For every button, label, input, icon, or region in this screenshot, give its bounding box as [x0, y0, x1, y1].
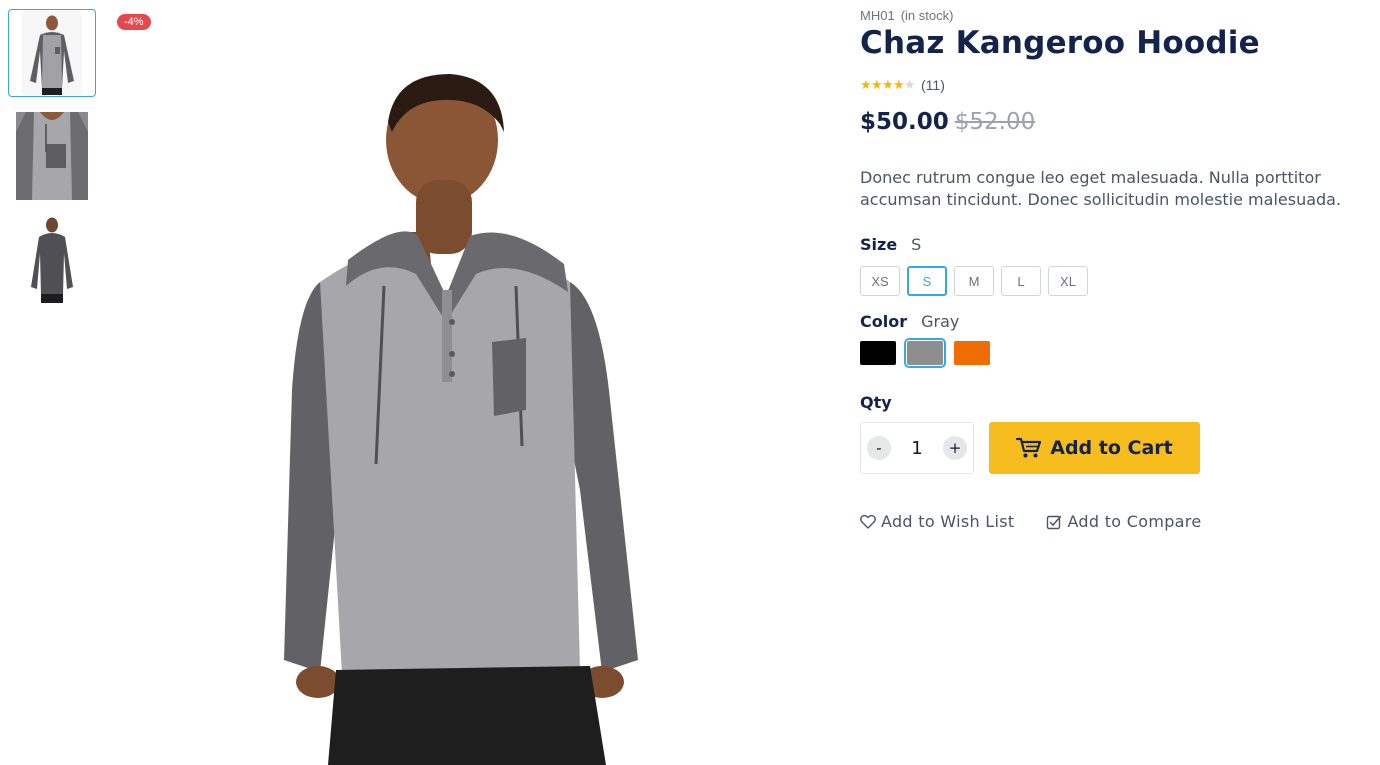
thumbnail-front[interactable]	[8, 9, 96, 97]
price-row: $50.00 $52.00	[860, 109, 1375, 135]
quantity-stepper: - 1 +	[860, 422, 974, 474]
star-icon: ★	[860, 77, 872, 93]
heart-icon	[860, 514, 876, 529]
qty-input[interactable]: 1	[911, 438, 922, 459]
current-price: $50.00	[860, 109, 949, 135]
thumbnail-closeup[interactable]	[8, 112, 96, 200]
sku-line: MH01 (in stock)	[860, 8, 1375, 23]
size-option-l[interactable]: L	[1001, 266, 1041, 296]
size-selected-value: S	[911, 235, 922, 254]
size-option-xs[interactable]: XS	[860, 266, 900, 296]
product-description: Donec rutrum congue leo eget malesuada. …	[860, 168, 1342, 209]
add-to-cart-button[interactable]: Add to Cart	[989, 422, 1200, 474]
qty-label: Qty	[860, 393, 892, 412]
add-to-cart-label: Add to Cart	[1050, 437, 1173, 459]
size-option-s[interactable]: S	[907, 266, 947, 296]
color-selected-value: Gray	[921, 312, 960, 331]
color-swatch-gray[interactable]	[904, 338, 946, 368]
hoodie-back-thumbnail-image	[31, 217, 73, 303]
star-icon: ★	[882, 77, 894, 93]
star-icon: ★	[893, 77, 905, 93]
add-to-wishlist-label: Add to Wish List	[881, 512, 1015, 531]
add-to-compare-link[interactable]: Add to Compare	[1046, 512, 1201, 531]
cart-icon	[1016, 437, 1042, 458]
hoodie-front-thumbnail-image	[22, 11, 82, 95]
star-rating: ★ ★ ★ ★ ★	[860, 77, 916, 93]
qty-increment-button[interactable]: +	[942, 436, 967, 460]
old-price: $52.00	[954, 109, 1036, 135]
qty-decrement-button[interactable]: -	[867, 436, 891, 460]
color-options	[860, 338, 1375, 368]
thumbnail-back[interactable]	[8, 215, 96, 303]
compare-checkbox-icon	[1047, 515, 1062, 529]
size-option-xl[interactable]: XL	[1048, 266, 1088, 296]
hoodie-closeup-thumbnail-image	[16, 112, 88, 200]
star-icon: ★	[871, 77, 883, 93]
size-options: XS S M L XL	[860, 266, 1375, 296]
product-details: MH01 (in stock) Chaz Kangeroo Hoodie ★ ★ …	[860, 8, 1375, 531]
color-selector: Color Gray	[860, 312, 1375, 368]
thumbnail-list	[8, 9, 96, 318]
stock-status: (in stock)	[900, 8, 954, 23]
size-selector: Size S XS S M L XL	[860, 235, 1375, 296]
quantity-block: Qty - 1 + Add to Cart	[860, 393, 1375, 474]
product-title: Chaz Kangeroo Hoodie	[860, 25, 1260, 61]
color-swatch-orange[interactable]	[954, 341, 990, 365]
discount-badge: -4%	[117, 14, 151, 30]
rating[interactable]: ★ ★ ★ ★ ★ (11)	[860, 77, 1375, 93]
add-to-compare-label: Add to Compare	[1067, 512, 1202, 531]
review-count-link[interactable]: (11)	[921, 77, 945, 93]
color-label: Color	[860, 312, 908, 331]
secondary-actions: Add to Wish List Add to Compare	[860, 512, 1375, 531]
color-swatch-black[interactable]	[860, 341, 896, 365]
sku: MH01	[860, 8, 895, 23]
add-to-wishlist-link[interactable]: Add to Wish List	[860, 512, 1014, 531]
size-option-m[interactable]: M	[954, 266, 994, 296]
star-empty-icon: ★	[904, 77, 916, 93]
size-label: Size	[860, 235, 898, 254]
product-main-image	[284, 74, 638, 765]
